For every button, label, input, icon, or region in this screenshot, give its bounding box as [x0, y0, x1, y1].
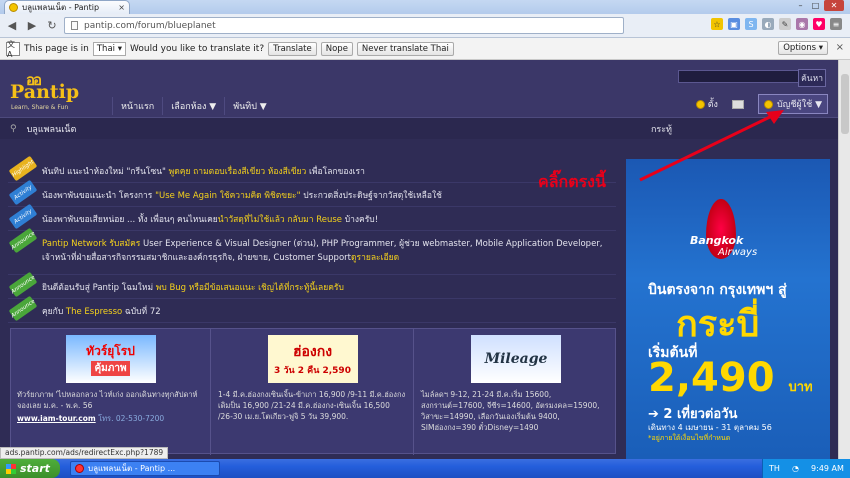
minimize-button[interactable]: – [794, 0, 807, 11]
announcement-tag: Highlight [8, 155, 38, 182]
ad-text-hongkong: 1-4 มี.ค.ฮ่องกงเซินเจิ้น-ข้าเกา 16,900 /… [218, 390, 406, 421]
announcement-list: Highlight พันทิป แนะนำห้องใหม่ "กรีนโซน" … [8, 155, 616, 327]
bangkok-airways-logo: Bangkok Airways [678, 199, 778, 269]
announcement-row[interactable]: Highlight พันทิป แนะนำห้องใหม่ "กรีนโซน" … [8, 155, 616, 183]
announcement-row[interactable]: Announce Pantip Network รับสมัคร User Exp… [8, 227, 616, 275]
clock: 9:49 AM [811, 464, 844, 473]
translate-button[interactable]: Translate [268, 41, 317, 56]
brand-line1: Bangkok [690, 234, 744, 247]
search-input[interactable] [678, 70, 806, 83]
ad-link-tour[interactable]: www.iam-tour.com [17, 414, 96, 423]
ad-text-mileage: ไมล์ลดฯ 9-12, 21-24 มี.ค.เริ่ม 15600, สง… [421, 390, 600, 432]
extension-icon-2[interactable]: ◐ [762, 18, 774, 30]
system-tray: TH ◔ 9:49 AM [762, 459, 850, 478]
announcement-tag: Activity [8, 179, 38, 206]
announcement-text: น้องพาพันขอเสียหน่อย ... ทั้ง เพื่อนๆ คน… [42, 214, 379, 225]
windows-logo-icon [6, 463, 16, 474]
announcement-tag: Announce [8, 227, 38, 254]
announcement-row[interactable]: Announce ยินดีต้อนรับสู่ Pantip โฉมใหม่ พ… [8, 271, 616, 299]
announcement-text: คุยกับ The Espresso ฉบับที่ 72 [42, 306, 161, 317]
announcement-text: Pantip Network รับสมัคร User Experience … [42, 239, 603, 263]
bangkok-airways-banner[interactable]: Bangkok Airways บินตรงจาก กรุงเทพฯ สู่ ก… [626, 159, 830, 459]
ad-image-mileage: Mileage [471, 335, 561, 383]
translate-infobar: 文A This page is in Thai ▾ Would you like… [0, 38, 850, 60]
page-scrollbar[interactable] [838, 60, 850, 460]
toolbar: ◀ ▶ ↻ pantip.com/forum/blueplanet ☆ ▣ S … [0, 14, 850, 38]
location-pin-icon: ⚲ [10, 123, 17, 134]
extension-icon[interactable]: ▣ [728, 18, 740, 30]
announcement-row[interactable]: Announce คุยกับ The Espresso ฉบับที่ 72 [8, 295, 616, 323]
pantip-logo[interactable]: ออ Pantip Learn, Share & Fun [8, 70, 82, 114]
ad-text-tour: ทัวร์ยกภาพ 'ไปหลอกลวง ไวท์เก่ง ออกเดินทา… [17, 390, 198, 410]
heart-icon[interactable]: ♥ [813, 18, 825, 30]
options-button[interactable]: Options ▾ [778, 41, 828, 55]
extension-icons: ☆ ▣ S ◐ ✎ ◉ ♥ ≡ [711, 18, 842, 30]
ad-image-tour: ทัวร์ยุโรป คุ้มภาพ [65, 335, 156, 383]
menu-choose-room[interactable]: เลือกห้อง ▼ [162, 97, 224, 115]
back-button[interactable]: ◀ [4, 18, 20, 34]
annotation-text: คลิ๊กตรงนี้ [538, 172, 606, 191]
ad-phone: โทร. 02-530-7200 [98, 414, 165, 423]
translate-icon: 文A [6, 40, 20, 59]
tab-strip: บลูแพลนเน็ต - Pantip × – □ ✕ [0, 0, 850, 14]
windows-taskbar: start บลูแพลนเน็ต - Pantip ... TH ◔ 9:49… [0, 459, 850, 478]
infobar-close-icon[interactable]: × [836, 42, 844, 53]
extension-icon-3[interactable]: ◉ [796, 18, 808, 30]
taskbar-item-chrome[interactable]: บลูแพลนเน็ต - Pantip ... [70, 461, 220, 476]
skype-icon[interactable]: S [745, 18, 757, 30]
search-button[interactable]: ค้นหา [798, 69, 826, 87]
banner-note: *อยู่ภายใต้เงื่อนไขที่กำหนด [648, 434, 731, 442]
url-text: pantip.com/forum/blueplanet [84, 20, 216, 31]
tray-icon[interactable]: ◔ [792, 464, 799, 473]
logo-slogan: Learn, Share & Fun [11, 104, 69, 111]
wrench-menu-icon[interactable]: ≡ [830, 18, 842, 30]
announcement-text: พันทิป แนะนำห้องใหม่ "กรีนโซน" พูดคุย ถา… [42, 166, 365, 177]
scrollbar-thumb[interactable] [841, 74, 849, 134]
announcement-tag: Announce [8, 295, 38, 322]
ad-strip: ทัวร์ยุโรป คุ้มภาพ ทัวร์ยกภาพ 'ไปหลอกลวง… [10, 328, 617, 455]
nope-button[interactable]: Nope [320, 41, 353, 56]
language-indicator[interactable]: TH [769, 464, 780, 473]
browser-tab[interactable]: บลูแพลนเน็ต - Pantip × [4, 0, 130, 14]
window-controls: – □ ✕ [794, 0, 844, 11]
logo-name: Pantip [10, 81, 80, 103]
address-bar[interactable]: pantip.com/forum/blueplanet [64, 17, 624, 34]
announcement-row[interactable]: Activity น้องพาพันขอเสียหน่อย ... ทั้ง เพ… [8, 203, 616, 231]
ad-item-mileage[interactable]: Mileage ไมล์ลดฯ 9-12, 21-24 มี.ค.เริ่ม 1… [415, 329, 617, 455]
translate-prefix: This page is in [24, 43, 89, 54]
ad-image-hongkong: ฮ่องกง 3 วัน 2 คืน 2,590 [267, 335, 358, 383]
announcement-text: ยินดีต้อนรับสู่ Pantip โฉมใหม่ พบ Bug หร… [42, 282, 344, 293]
menu-home[interactable]: หน้าแรก [112, 97, 162, 115]
close-window-button[interactable]: ✕ [824, 0, 844, 11]
start-button[interactable]: start [0, 459, 60, 478]
reload-button[interactable]: ↻ [44, 18, 60, 34]
pantip-favicon-icon [9, 3, 18, 12]
announcement-tag: Announce [8, 271, 38, 298]
menu-pantip[interactable]: พันทิป ▼ [224, 97, 275, 115]
maximize-button[interactable]: □ [809, 0, 822, 11]
breadcrumb[interactable]: บลูแพลนเน็ต [27, 122, 77, 136]
page-icon [71, 21, 78, 30]
language-select[interactable]: Thai ▾ [92, 41, 126, 56]
tab-close-icon[interactable]: × [118, 3, 125, 12]
announcement-row[interactable]: Activity น้องพาพันขอแนะนำ โครงการ "Use Me… [8, 179, 616, 207]
announcement-tag: Activity [8, 203, 38, 230]
ad-item-tour[interactable]: ทัวร์ยุโรป คุ้มภาพ ทัวร์ยกภาพ 'ไปหลอกลวง… [11, 329, 211, 455]
tab-title: บลูแพลนเน็ต - Pantip [22, 3, 100, 12]
bookmark-star-icon[interactable]: ☆ [711, 18, 723, 30]
translate-question: Would you like to translate it? [129, 43, 265, 54]
brand-line2: Airways [718, 247, 758, 258]
banner-price: 2,490 บาท [648, 355, 813, 401]
announcement-text: น้องพาพันขอแนะนำ โครงการ "Use Me Again ใ… [42, 190, 442, 201]
ad-item-hongkong[interactable]: ฮ่องกง 3 วัน 2 คืน 2,590 1-4 มี.ค.ฮ่องกง… [212, 329, 414, 455]
never-translate-button[interactable]: Never translate Thai [356, 41, 454, 56]
status-bar-url: ads.pantip.com/ads/redirectExc.php?1789 [0, 447, 169, 459]
main-menu: หน้าแรก เลือกห้อง ▼ พันทิป ▼ [112, 97, 275, 115]
chrome-icon [75, 464, 84, 473]
forward-button[interactable]: ▶ [24, 18, 40, 34]
annotation-arrow [639, 110, 784, 182]
tool-icon[interactable]: ✎ [779, 18, 791, 30]
